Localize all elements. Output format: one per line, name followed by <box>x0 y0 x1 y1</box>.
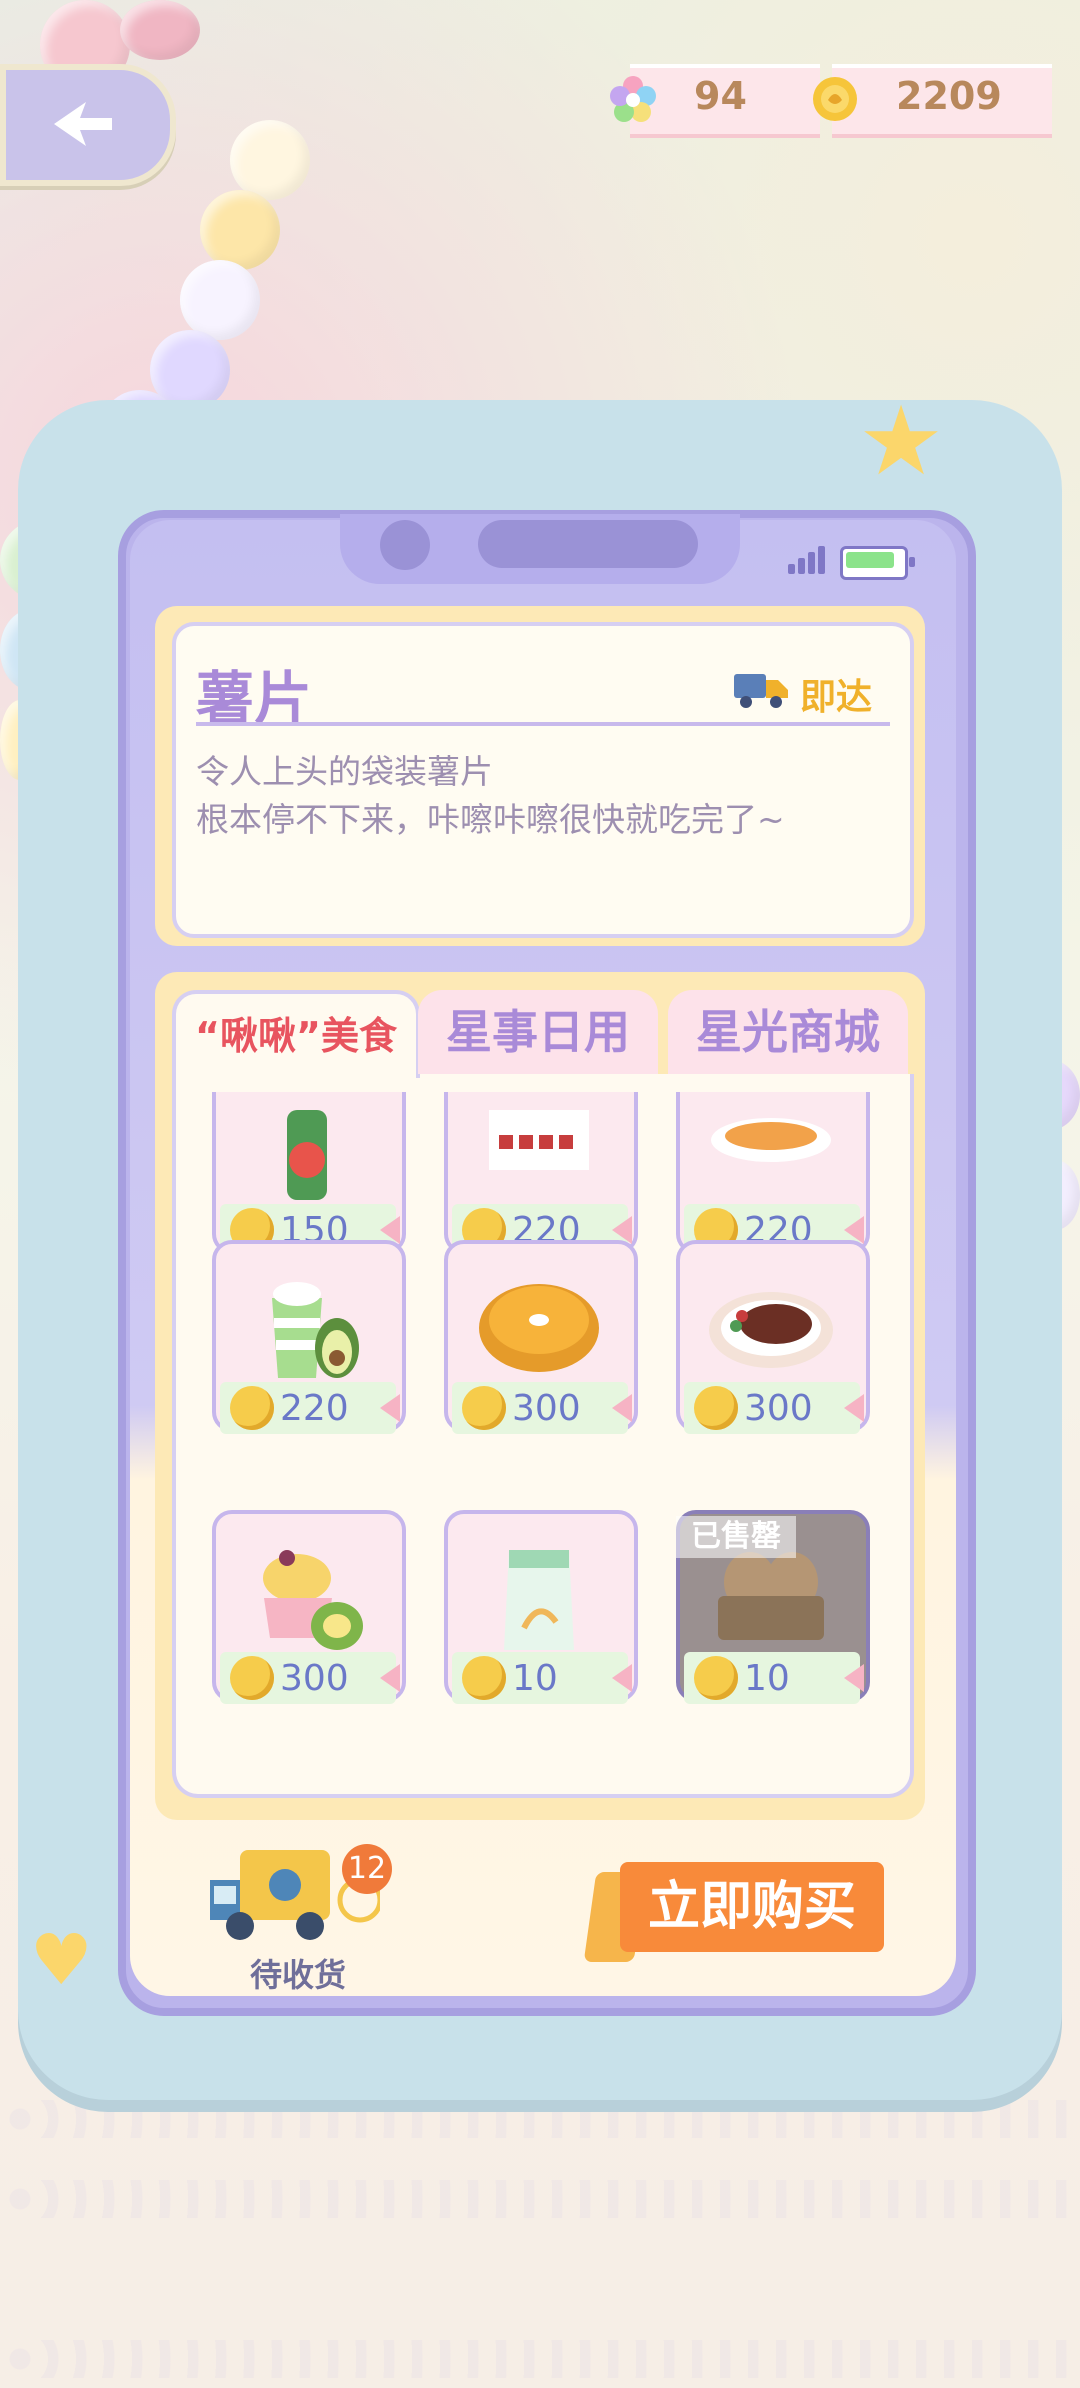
gem-count: 94 <box>694 74 747 118</box>
coin-icon <box>462 1656 506 1700</box>
coin-counter: 2209 <box>813 64 1052 138</box>
bead <box>120 0 200 60</box>
pending-delivery-label: 待收货 <box>250 1956 347 1994</box>
coin-icon <box>462 1386 506 1430</box>
durian-dessert-icon <box>242 1538 372 1658</box>
bead <box>200 190 280 270</box>
pumpkin-pie-icon <box>474 1268 604 1388</box>
product-item[interactable]: 10 <box>444 1510 638 1710</box>
coin-icon <box>810 74 860 124</box>
product-item[interactable]: 150 <box>212 1092 406 1262</box>
signal-icon <box>788 546 828 574</box>
food-box-icon <box>474 1092 604 1210</box>
product-price: 220 <box>280 1388 349 1429</box>
buy-now-button[interactable]: 立即购买 <box>620 1862 884 1952</box>
product-item[interactable]: 220 <box>444 1092 638 1262</box>
camera-icon <box>380 520 430 570</box>
product-price: 10 <box>512 1658 558 1699</box>
flour-bag-icon <box>474 1538 604 1658</box>
tab-food[interactable]: “啾啾”美食 <box>172 990 420 1078</box>
tomato-juice-bottle-icon <box>242 1092 372 1210</box>
gem-counter: 94 <box>610 64 820 138</box>
coin-icon <box>230 1386 274 1430</box>
pending-count-badge: 12 <box>342 1844 392 1894</box>
product-price: 10 <box>744 1658 790 1699</box>
bead <box>230 120 310 200</box>
star-icon: ★ <box>858 385 945 497</box>
coin-icon <box>230 1656 274 1700</box>
product-price: 300 <box>744 1388 813 1429</box>
product-grid[interactable]: 150 220 220 220 300 300 300 10 已售罄 10 <box>176 1092 902 1782</box>
bead <box>180 260 260 340</box>
pizza-plate-icon <box>706 1092 836 1210</box>
product-item[interactable]: 300 <box>444 1240 638 1440</box>
lace-trim <box>0 2100 1080 2138</box>
flower-gem-icon <box>608 74 658 124</box>
product-item[interactable]: 300 <box>212 1510 406 1710</box>
item-description-line-2: 根本停不下来，咔嚓咔嚓很快就吃完了~ <box>196 800 785 839</box>
battery-icon <box>840 546 915 580</box>
back-button[interactable] <box>0 64 176 186</box>
coin-icon <box>694 1386 738 1430</box>
speaker-grille <box>478 520 698 568</box>
avocado-smoothie-icon <box>242 1268 372 1388</box>
sold-out-badge: 已售罄 <box>676 1516 796 1558</box>
tab-star-mall[interactable]: 星光商城 <box>668 990 908 1074</box>
item-description-line-1: 令人上头的袋装薯片 <box>196 752 493 791</box>
coin-count: 2209 <box>896 74 1002 118</box>
product-price: 300 <box>512 1388 581 1429</box>
back-arrow-icon <box>46 94 116 154</box>
product-item[interactable]: 300 <box>676 1240 870 1440</box>
lace-trim <box>0 2340 1080 2378</box>
title-divider <box>196 722 890 726</box>
lace-trim <box>0 2180 1080 2218</box>
product-item-sold-out[interactable]: 已售罄 10 <box>676 1510 870 1710</box>
product-price: 300 <box>280 1658 349 1699</box>
heart-icon: ♥ <box>30 1919 93 2001</box>
delivery-label: 即达 <box>800 677 873 718</box>
truck-icon <box>732 668 790 710</box>
product-item[interactable]: 220 <box>676 1092 870 1262</box>
product-item[interactable]: 220 <box>212 1240 406 1440</box>
steak-plate-icon <box>706 1268 836 1388</box>
coin-icon <box>694 1656 738 1700</box>
tab-daily-goods[interactable]: 星事日用 <box>418 990 658 1074</box>
